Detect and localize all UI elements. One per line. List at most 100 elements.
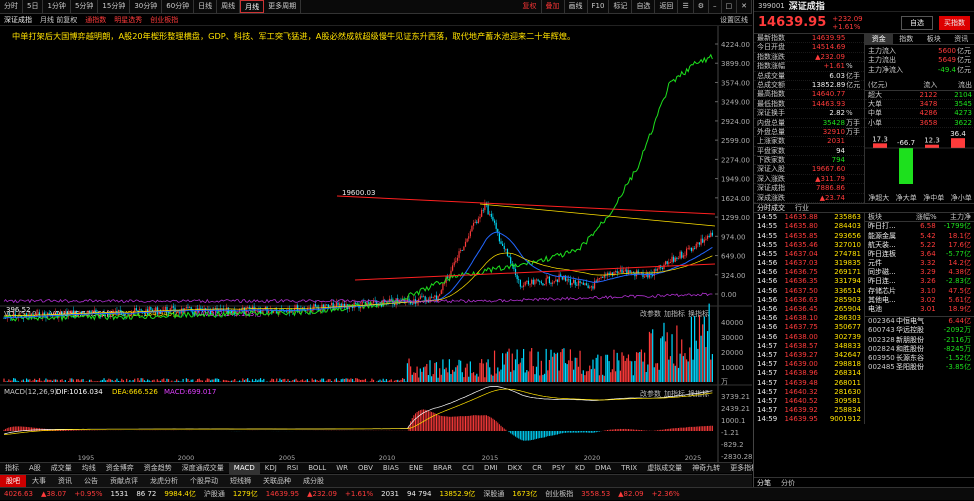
tag-3[interactable]: 创业板指 [146,14,182,26]
tool-4[interactable]: 标记 [609,0,632,13]
indicator-9[interactable]: RSI [282,463,303,474]
panel-button[interactable]: 改参数 [640,389,661,398]
period-1[interactable]: 5日 [23,0,43,13]
period-7[interactable]: 日线 [194,0,217,13]
indicator-16[interactable]: CCI [457,463,479,474]
indicator-1[interactable]: A股 [24,463,46,474]
minus-icon[interactable]: – [709,0,722,13]
indicator-10[interactable]: BOLL [303,463,331,474]
flow-tab-2[interactable]: 板块 [920,34,948,45]
stock-row[interactable]: 002364中恒电气6.44亿 [865,317,974,326]
period-0[interactable]: 分时 [0,0,23,13]
kline-chart[interactable]: 4224.003899.003574.003249.002924.002599.… [0,26,752,462]
sector-row[interactable]: 昨日打...6.58-1799亿 [865,222,974,231]
stock-row[interactable]: 603950长源东谷-1.52亿 [865,354,974,363]
sector-row[interactable]: 航天装...5.2217.6亿 [865,241,974,250]
period-6[interactable]: 60分钟 [162,0,194,13]
period-8[interactable]: 周线 [217,0,240,13]
chart-mode[interactable]: 月线 前复权 [36,14,81,26]
bottom-tab-9[interactable]: 成分股 [297,475,330,487]
indicator-8[interactable]: KDJ [260,463,282,474]
indicator-20[interactable]: PSY [547,463,570,474]
buy-index-button[interactable]: 买指数 [939,16,970,30]
sector-row[interactable]: 能源金属5.4218.1亿 [865,232,974,241]
stock-row[interactable]: 002328新朋股份-2116万 [865,336,974,345]
indicator-18[interactable]: DKX [502,463,527,474]
sector-row[interactable]: 存储芯片3.1047.5亿 [865,287,974,296]
flow-tab-0[interactable]: 资金 [865,34,893,45]
bottom-tab-1[interactable]: 大事 [26,475,52,487]
indicator-21[interactable]: KD [570,463,590,474]
tool-5[interactable]: 自选 [632,0,655,13]
indicator-0[interactable]: 指标 [0,463,24,474]
ticks-tab-0[interactable]: 分时成交 [757,203,785,213]
tag-2[interactable]: 明星选秀 [110,14,146,26]
indicator-17[interactable]: DMI [479,463,503,474]
period-10[interactable]: 更多周期 [264,0,301,13]
ticks-tab-1[interactable]: 行业 [795,203,809,213]
tool-6[interactable]: 返回 [655,0,678,13]
indicator-3[interactable]: 均线 [77,463,101,474]
panel-button[interactable]: 换指标 [688,309,709,318]
bottom-tab-2[interactable]: 资讯 [52,475,78,487]
period-5[interactable]: 30分钟 [130,0,162,13]
tool-0[interactable]: 复权 [519,0,542,13]
sector-row[interactable]: 元件3.3214.2亿 [865,259,974,268]
period-9[interactable]: 月线 [240,0,264,13]
net-tab-2[interactable]: 净中单 [923,193,944,203]
chart-settings-link[interactable]: 设置区线 [716,14,752,26]
panel-button[interactable]: 加指标 [664,309,685,318]
indicator-14[interactable]: ENE [404,463,428,474]
expand-icon[interactable]: □ [722,0,738,13]
indicator-11[interactable]: WR [331,463,353,474]
stock-row[interactable]: 600743华远控股-2092万 [865,326,974,335]
tool-1[interactable]: 叠加 [542,0,565,13]
add-watchlist-button[interactable]: 自选 [901,16,933,30]
bottom-tab-0[interactable]: 股吧 [0,475,26,487]
stock-row[interactable]: 002824和胜股份-8245万 [865,345,974,354]
bottom-tab-7[interactable]: 短线狮 [224,475,257,487]
stock-row[interactable]: 002485圣阳股份-3.85亿 [865,363,974,372]
volume-bar [287,379,288,382]
tick-footer-tab-0[interactable]: 分笔 [757,478,771,488]
sector-row[interactable]: 昨日连板3.64-5.77亿 [865,250,974,259]
indicator-23[interactable]: TRIX [616,463,642,474]
indicator-7[interactable]: MACD [229,463,260,474]
panel-button[interactable]: 改参数 [640,309,661,318]
tag-1[interactable]: 通指数 [81,14,110,26]
flow-tab-3[interactable]: 资讯 [948,34,974,45]
period-3[interactable]: 5分钟 [71,0,98,13]
indicator-25[interactable]: 神奇九转 [687,463,725,474]
tool-2[interactable]: 画线 [565,0,588,13]
net-tab-3[interactable]: 净小单 [951,193,972,203]
indicator-4[interactable]: 资金博弈 [101,463,139,474]
sector-row[interactable]: 其他电...3.025.61亿 [865,296,974,305]
period-4[interactable]: 15分钟 [98,0,130,13]
indicator-12[interactable]: OBV [353,463,378,474]
tool-3[interactable]: F10 [588,0,610,13]
sector-row[interactable]: 昨日连...3.26-2.83亿 [865,277,974,286]
bottom-tab-6[interactable]: 个股异动 [184,475,224,487]
indicator-15[interactable]: BRAR [428,463,457,474]
indicator-13[interactable]: BIAS [378,463,404,474]
net-tab-1[interactable]: 净大单 [896,193,917,203]
sector-row[interactable]: 电池3.0118.9亿 [865,305,974,314]
indicator-22[interactable]: DMA [590,463,616,474]
bottom-tab-8[interactable]: 关联品种 [257,475,297,487]
indicator-5[interactable]: 资金趋势 [139,463,177,474]
indicator-6[interactable]: 深度通成交量 [177,463,229,474]
bottom-tab-4[interactable]: 贡献点评 [104,475,144,487]
close-icon[interactable]: ✕ [737,0,752,13]
flow-tab-1[interactable]: 指数 [893,34,921,45]
menu-icon[interactable]: ☰ [678,0,693,13]
bottom-tab-5[interactable]: 龙虎分析 [144,475,184,487]
bottom-tab-3[interactable]: 公告 [78,475,104,487]
net-tab-0[interactable]: 净超大 [868,193,889,203]
settings-icon[interactable]: ⚙ [694,0,709,13]
indicator-2[interactable]: 成交量 [46,463,77,474]
tick-footer-tab-1[interactable]: 分价 [781,478,795,488]
indicator-24[interactable]: 虚拟成交量 [642,463,687,474]
indicator-19[interactable]: CR [527,463,547,474]
period-2[interactable]: 1分钟 [43,0,70,13]
volume-bar [594,369,595,382]
